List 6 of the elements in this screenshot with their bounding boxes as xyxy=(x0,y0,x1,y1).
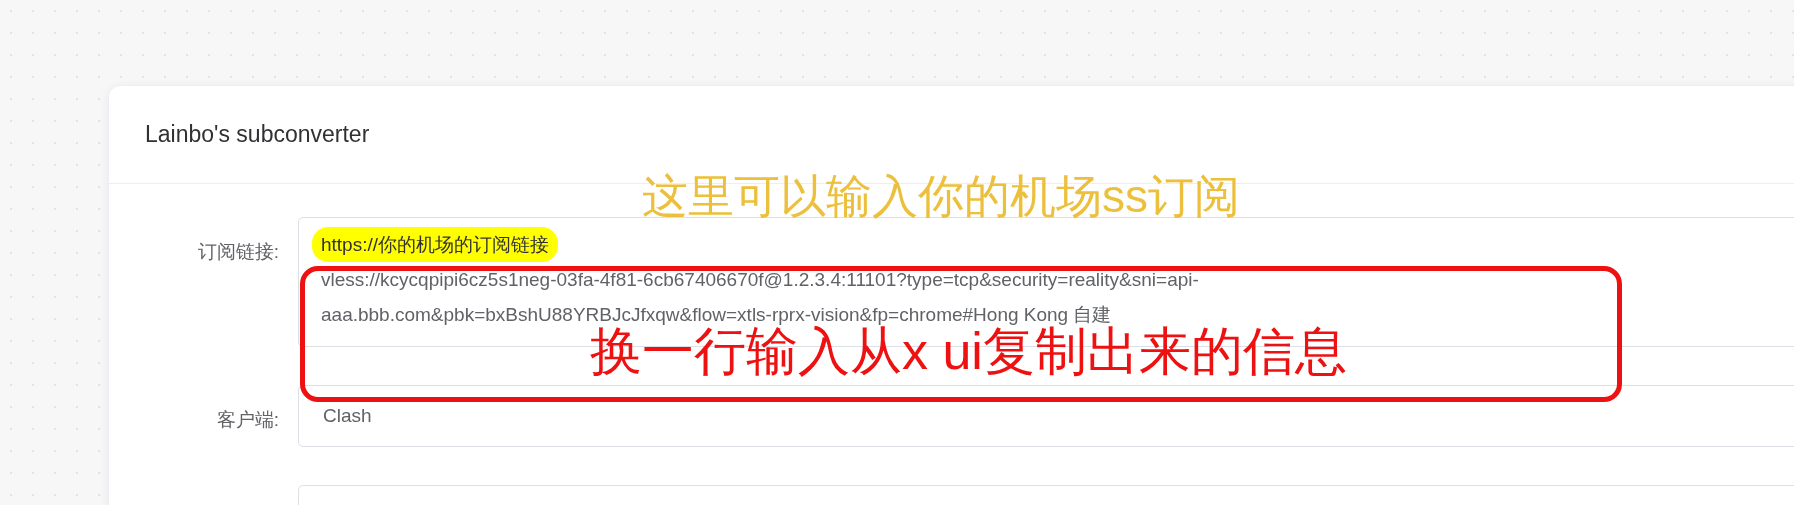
field-label: 客户端: xyxy=(215,408,280,432)
highlighted-text: https://你的机场的订阅链接 xyxy=(312,227,559,262)
card-title: Lainbo's subconverter xyxy=(145,121,370,148)
textarea-text: vless://kcycqpipi6cz5s1neg-03fa-4f81-6cb67406670f@1.2.3.4:11101?type=tcp&security=reality&sni=api-aaa.bbb.com&pbk=bxBshU88YRBJcJfxqw&flow=xtls-rprx-vision&fp=chrome#Hong Kong 自建 xyxy=(321,268,1200,326)
field-label: 订阅链接: xyxy=(196,240,280,264)
select-field[interactable]: Clash xyxy=(298,385,1794,447)
